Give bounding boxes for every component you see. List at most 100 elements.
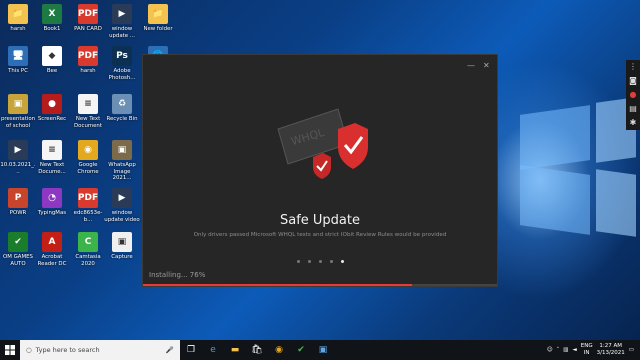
- desktop-icon-image: A: [42, 232, 62, 252]
- search-icon: ○: [26, 346, 32, 354]
- desktop-icon[interactable]: ▶ 10.03.2021_...: [0, 140, 36, 175]
- desktop-icon-image: X: [42, 4, 62, 24]
- desktop-icon[interactable]: ♻ Recycle Bin: [104, 94, 140, 123]
- desktop-icon[interactable]: X Book1: [34, 4, 70, 33]
- desktop-icon[interactable]: ▣ Capture: [104, 232, 140, 261]
- pagination-dot[interactable]: [296, 260, 300, 263]
- desktop-icon-label: 10.03.2021_...: [0, 162, 36, 175]
- desktop-icon[interactable]: A Acrobat Reader DC: [34, 232, 70, 267]
- desktop-icon[interactable]: ≡ New Text Docume...: [34, 140, 70, 175]
- edge-icon[interactable]: e: [202, 340, 224, 360]
- wallpaper-pane: [520, 165, 590, 235]
- desktop-icon[interactable]: ▣ presentation of school: [0, 94, 36, 129]
- desktop-icon[interactable]: ✔ OM GAMES AUTO: [0, 232, 36, 267]
- desktop-icon-label: Recycle Bin: [106, 116, 138, 122]
- desktop-icon-label: presentation of school: [0, 116, 36, 129]
- desktop-icon[interactable]: ▣ WhatsApp Image 2021...: [104, 140, 140, 182]
- volume-icon[interactable]: ◄: [573, 347, 577, 353]
- desktop-icon[interactable]: C Camtasia 2020: [70, 232, 106, 267]
- desktop-icon-image: ◆: [42, 46, 62, 66]
- desktop-icon[interactable]: PDF PAN CARD: [70, 4, 106, 33]
- desktop-icon-image: ▶: [112, 188, 132, 208]
- desktop-icon[interactable]: ◉ Google Chrome: [70, 140, 106, 175]
- screen-recorder-icon[interactable]: ▣: [312, 340, 334, 360]
- taskbar: ○ Type here to search 🎤 ❐ e ▬ 🛍 ◉ ✔ ▣ ☺ …: [0, 340, 640, 360]
- pagination-dot[interactable]: [340, 260, 344, 263]
- desktop-icon-image: ▣: [112, 232, 132, 252]
- desktop-icon[interactable]: PDF harsh: [70, 46, 106, 75]
- desktop-icon-image: 🖥: [8, 46, 28, 66]
- chrome-icon[interactable]: ◉: [268, 340, 290, 360]
- desktop-icon-label: New folder: [143, 26, 173, 32]
- desktop-icon-label: TypingMas: [37, 210, 67, 216]
- desktop-icon[interactable]: ● ScreenRec: [34, 94, 70, 123]
- desktop-icon-image: ✔: [8, 232, 28, 252]
- desktop-icon[interactable]: 📁 New folder: [140, 4, 176, 33]
- desktop-icon[interactable]: ◔ TypingMas: [34, 188, 70, 217]
- desktop-icon-image: ▶: [8, 140, 28, 160]
- desktop-icon[interactable]: ▶ window update ...: [104, 4, 140, 39]
- desktop-icon[interactable]: 🖥 This PC: [0, 46, 36, 75]
- taskbar-search-box[interactable]: ○ Type here to search 🎤: [20, 340, 180, 360]
- desktop-icon[interactable]: PDF edc8653e-b...: [70, 188, 106, 223]
- menu-icon[interactable]: ⋮: [626, 60, 640, 74]
- region-label: IN: [583, 350, 590, 356]
- gallery-icon[interactable]: ▤: [626, 102, 640, 116]
- dialog-subtitle: Only drivers passed Microsoft WHQL tests…: [193, 232, 447, 238]
- desktop-icon[interactable]: P POWR: [0, 188, 36, 217]
- pagination-dots: [143, 257, 497, 265]
- desktop-icon[interactable]: Ps Adobe Photosh...: [104, 46, 140, 81]
- desktop-icon[interactable]: 📁 harsh: [0, 4, 36, 33]
- desktop-icon-image: C: [78, 232, 98, 252]
- camera-icon[interactable]: ◙: [626, 74, 640, 88]
- task-view-icon[interactable]: ❐: [180, 340, 202, 360]
- clock-date: 3/13/2021: [596, 350, 625, 356]
- clock[interactable]: 1:27 AM 3/13/2021: [597, 343, 625, 357]
- desktop-icon[interactable]: ▶ window update video: [104, 188, 140, 223]
- desktop-icon-label: edc8653e-b...: [73, 210, 103, 223]
- desktop-icon-image: ≡: [78, 94, 98, 114]
- desktop-icon-label: Capture: [111, 254, 133, 260]
- store-icon[interactable]: 🛍: [246, 340, 268, 360]
- desktop-icon-image: ♻: [112, 94, 132, 114]
- desktop-icon-image: ▶: [112, 4, 132, 24]
- desktop-icon-image: ▣: [112, 140, 132, 160]
- desktop-icon-label: New Text Document: [74, 116, 102, 129]
- start-button[interactable]: [0, 340, 20, 360]
- desktop-icon-label: Adobe Photosh...: [108, 68, 136, 81]
- desktop-icon-label: harsh: [10, 26, 26, 32]
- wallpaper-pane: [596, 169, 636, 237]
- minimize-button[interactable]: —: [467, 61, 475, 70]
- microphone-icon[interactable]: 🎤: [166, 346, 174, 354]
- show-hidden-icons-icon[interactable]: ˄: [557, 347, 560, 353]
- desktop-icon-image: 📁: [8, 4, 28, 24]
- record-icon[interactable]: ●: [626, 88, 640, 102]
- desktop-icon-image: PDF: [78, 188, 98, 208]
- settings-icon[interactable]: ✱: [626, 116, 640, 130]
- desktop-icon-image: Ps: [112, 46, 132, 66]
- desktop-icon-label: window update ...: [109, 26, 135, 39]
- desktop-icon-image: PDF: [78, 4, 98, 24]
- notification-icon[interactable]: ▭: [629, 347, 634, 353]
- pagination-dot[interactable]: [307, 260, 311, 263]
- windows-logo-icon: [5, 345, 15, 355]
- desktop-icon-image: ≡: [42, 140, 62, 160]
- network-icon[interactable]: ▥: [563, 347, 568, 353]
- pagination-dot[interactable]: [318, 260, 322, 263]
- desktop-icon[interactable]: ◆ Bee: [34, 46, 70, 75]
- desktop-icon-label: ScreenRec: [37, 116, 67, 122]
- desktop-icon-image: PDF: [78, 46, 98, 66]
- close-button[interactable]: ✕: [483, 61, 490, 70]
- desktop-icon-label: Camtasia 2020: [75, 254, 101, 267]
- desktop-icon-label: WhatsApp Image 2021...: [108, 162, 136, 181]
- people-icon[interactable]: ☺: [547, 347, 553, 353]
- desktop-icon[interactable]: ≡ New Text Document: [70, 94, 106, 129]
- desktop-icon-label: This PC: [8, 68, 28, 74]
- check-app-icon[interactable]: ✔: [290, 340, 312, 360]
- safe-update-dialog: — ✕ WHQL Safe Update Only drivers passed…: [142, 54, 498, 287]
- input-language[interactable]: ENG IN: [581, 343, 593, 357]
- file-explorer-icon[interactable]: ▬: [224, 340, 246, 360]
- screenrec-side-toolbar: ⋮ ◙ ● ▤ ✱: [626, 60, 640, 130]
- desktop-icon-label: Acrobat Reader DC: [37, 254, 67, 267]
- pagination-dot[interactable]: [329, 260, 333, 263]
